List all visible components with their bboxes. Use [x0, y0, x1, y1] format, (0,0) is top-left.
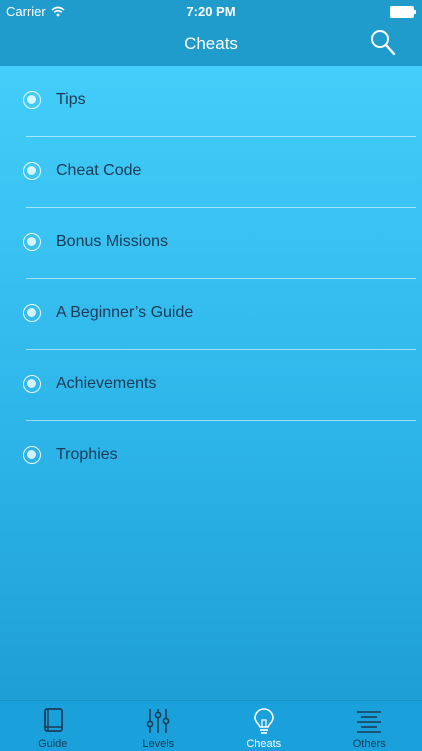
page-title: Cheats: [0, 34, 422, 54]
radio-dot-icon: [23, 233, 41, 251]
top-bar: Carrier 7:20 PM Cheats: [0, 0, 422, 66]
radio-dot-icon: [23, 162, 41, 180]
cheats-list-panel: Tips Cheat Code Bonus Missions A Beginne…: [0, 66, 422, 700]
radio-dot-icon: [23, 91, 41, 109]
radio-dot-icon: [23, 375, 41, 393]
battery-icon: [390, 6, 414, 18]
tab-levels[interactable]: Levels: [106, 701, 212, 751]
list-item[interactable]: Trophies: [0, 421, 422, 492]
list-item[interactable]: Bonus Missions: [0, 208, 422, 279]
list-item-label: Tips: [56, 91, 86, 109]
list-item-label: Trophies: [56, 446, 118, 464]
app-root: Carrier 7:20 PM Cheats: [0, 0, 422, 750]
list-item[interactable]: A Beginner’s Guide: [0, 279, 422, 350]
tab-others-label: Others: [353, 738, 386, 750]
tab-levels-label: Levels: [142, 738, 174, 750]
list-item[interactable]: Achievements: [0, 350, 422, 421]
radio-dot-icon: [23, 446, 41, 464]
lightbulb-icon: [250, 706, 278, 736]
list-item-label: A Beginner’s Guide: [56, 304, 193, 322]
status-time: 7:20 PM: [0, 4, 422, 19]
menu-lines-icon: [355, 706, 383, 736]
radio-dot-icon: [23, 304, 41, 322]
tab-guide-label: Guide: [38, 738, 67, 750]
tab-guide[interactable]: Guide: [0, 701, 106, 751]
search-button[interactable]: [368, 28, 398, 58]
nav-bar: Cheats: [0, 22, 422, 66]
tab-cheats[interactable]: Cheats: [211, 701, 317, 751]
list-item[interactable]: Cheat Code: [0, 137, 422, 208]
cheats-list: Tips Cheat Code Bonus Missions A Beginne…: [0, 66, 422, 492]
book-icon: [39, 706, 67, 736]
search-icon: [368, 28, 398, 58]
sliders-icon: [144, 706, 172, 736]
list-item-label: Achievements: [56, 375, 157, 393]
tab-bar: Guide Levels Cheats: [0, 700, 422, 751]
status-bar: Carrier 7:20 PM: [0, 0, 422, 22]
list-item-label: Bonus Missions: [56, 233, 168, 251]
tab-others[interactable]: Others: [317, 701, 422, 751]
list-item[interactable]: Tips: [0, 66, 422, 137]
tab-cheats-label: Cheats: [246, 738, 281, 750]
list-item-label: Cheat Code: [56, 162, 141, 180]
